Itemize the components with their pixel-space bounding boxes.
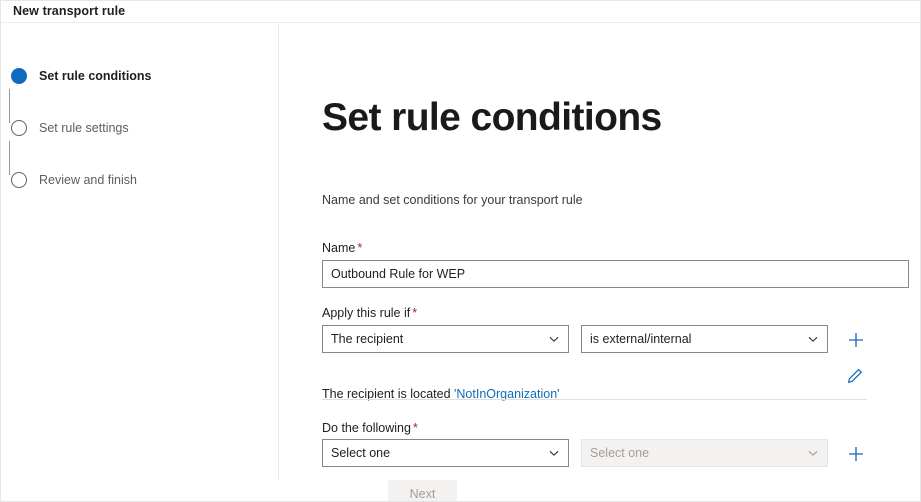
chevron-down-icon [807, 447, 819, 459]
page-title: Set rule conditions [322, 96, 662, 140]
wizard-step-label: Set rule settings [39, 120, 129, 136]
chevron-down-icon [548, 447, 560, 459]
chevron-down-icon [807, 333, 819, 345]
new-transport-rule-window: New transport rule Set rule conditions S… [0, 0, 921, 502]
name-field-label: Name* [322, 241, 362, 255]
window-titlebar: New transport rule [1, 1, 921, 23]
required-asterisk: * [357, 241, 362, 255]
wizard-step-review-and-finish[interactable]: Review and finish [11, 167, 261, 193]
step-marker-hollow-icon [11, 120, 27, 136]
action-type-value: Select one [331, 446, 548, 460]
name-input[interactable] [322, 260, 909, 288]
apply-rule-if-label-text: Apply this rule if [322, 306, 410, 320]
required-asterisk: * [412, 306, 417, 320]
next-button[interactable]: Next [388, 480, 457, 502]
apply-rule-if-label: Apply this rule if* [322, 306, 417, 320]
wizard-step-set-rule-conditions[interactable]: Set rule conditions [11, 63, 261, 89]
action-type-dropdown[interactable]: Select one [322, 439, 569, 467]
condition-operator-dropdown[interactable]: is external/internal [581, 325, 828, 353]
required-asterisk: * [413, 421, 418, 435]
step-marker-filled-icon [11, 68, 27, 84]
add-condition-button[interactable] [846, 330, 866, 350]
section-divider [322, 399, 867, 400]
wizard-content-pane: Set rule conditions Name and set conditi… [280, 24, 921, 479]
condition-type-value: The recipient [331, 332, 548, 346]
page-description: Name and set conditions for your transpo… [322, 193, 583, 207]
wizard-footer: Next [2, 479, 921, 502]
wizard-step-list: Set rule conditions Set rule settings Re… [11, 63, 261, 193]
action-value-placeholder: Select one [590, 446, 807, 460]
chevron-down-icon [548, 333, 560, 345]
do-the-following-label: Do the following* [322, 421, 418, 435]
action-value-dropdown[interactable]: Select one [581, 439, 828, 467]
condition-type-dropdown[interactable]: The recipient [322, 325, 569, 353]
add-action-button[interactable] [846, 444, 866, 464]
step-connector-1-2 [9, 89, 10, 123]
wizard-step-rail: Set rule conditions Set rule settings Re… [1, 24, 279, 479]
wizard-step-label: Review and finish [39, 172, 137, 188]
name-label-text: Name [322, 241, 355, 255]
wizard-step-set-rule-settings[interactable]: Set rule settings [11, 115, 261, 141]
step-connector-2-3 [9, 141, 10, 175]
step-marker-hollow-icon [11, 172, 27, 188]
condition-operator-value: is external/internal [590, 332, 807, 346]
wizard-step-label: Set rule conditions [39, 68, 152, 84]
edit-condition-pencil-icon[interactable] [845, 366, 865, 386]
window-title: New transport rule [1, 5, 125, 18]
do-the-following-label-text: Do the following [322, 421, 411, 435]
